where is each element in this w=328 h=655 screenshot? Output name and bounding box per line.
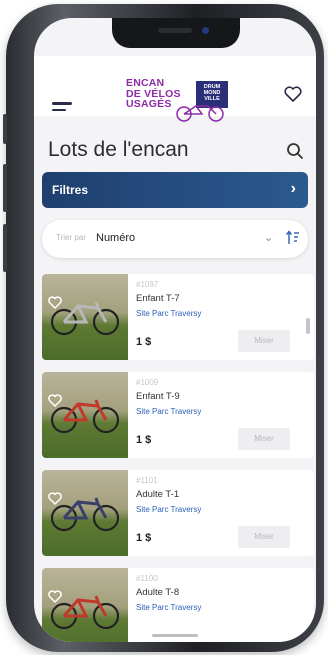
phone-frame: ENCAN DE VÉLOS USAGÉS DRUM MOND VILLE Lo… (3, 4, 324, 652)
bike-photo (42, 470, 128, 556)
hamburger-menu-icon[interactable] (52, 102, 72, 116)
lot-price: 1 $ (136, 532, 152, 544)
search-icon[interactable] (286, 142, 304, 160)
bid-button[interactable]: Miser (238, 428, 290, 450)
front-camera (202, 27, 209, 34)
filters-button[interactable]: Filtres › (42, 172, 308, 208)
bicycle-icon (176, 105, 224, 122)
lot-card[interactable]: #1097 Enfant T-7 Site Parc Traversy 1 $ … (42, 274, 314, 360)
bike-photo (42, 568, 128, 642)
lot-site-link[interactable]: Site Parc Traversy (136, 505, 201, 514)
lot-title: Adulte T-8 (136, 587, 180, 598)
lot-site-link[interactable]: Site Parc Traversy (136, 603, 201, 612)
phone-side-button (3, 114, 7, 144)
sort-select[interactable]: Trier par Numéro ⌄ (42, 220, 308, 258)
speaker-grille (158, 28, 192, 33)
lot-price: 1 $ (136, 434, 152, 446)
page-title: Lots de l'encan (48, 138, 189, 161)
heart-icon[interactable] (48, 296, 62, 309)
lot-number: #1009 (136, 378, 159, 387)
lot-card[interactable]: #1100 Adulte T-8 Site Parc Traversy (42, 568, 314, 642)
phone-side-button (3, 164, 7, 212)
bike-photo (42, 274, 128, 360)
phone-notch (112, 18, 240, 48)
chevron-right-icon: › (290, 180, 296, 197)
bid-button[interactable]: Miser (238, 526, 290, 548)
bike-photo (42, 372, 128, 458)
filters-label: Filtres (52, 183, 89, 197)
home-indicator[interactable] (152, 634, 198, 637)
lot-card[interactable]: #1009 Enfant T-9 Site Parc Traversy 1 $ … (42, 372, 314, 458)
lot-card[interactable]: #1101 Adulte T-1 Site Parc Traversy 1 $ … (42, 470, 314, 556)
sort-prefix: Trier par (56, 233, 86, 242)
bid-button[interactable]: Miser (238, 330, 290, 352)
heart-icon[interactable] (48, 492, 62, 505)
sort-value: Numéro (96, 232, 136, 244)
favorites-heart-icon[interactable] (284, 86, 302, 102)
lot-site-link[interactable]: Site Parc Traversy (136, 309, 201, 318)
lot-title: Enfant T-7 (136, 293, 180, 304)
chevron-down-icon[interactable]: ⌄ (264, 231, 273, 244)
logo-line: ENCAN (126, 77, 165, 89)
lot-site-link[interactable]: Site Parc Traversy (136, 407, 201, 416)
heart-icon[interactable] (48, 590, 62, 603)
phone-side-button (3, 224, 7, 272)
scrollbar-thumb[interactable] (306, 318, 310, 334)
lot-price: 1 $ (136, 336, 152, 348)
lot-title: Enfant T-9 (136, 391, 180, 402)
app-logo[interactable]: ENCAN DE VÉLOS USAGÉS DRUM MOND VILLE (126, 78, 236, 122)
lot-number: #1101 (136, 476, 158, 485)
heart-icon[interactable] (48, 394, 62, 407)
lot-number: #1100 (136, 574, 158, 583)
sort-order-icon[interactable] (286, 230, 300, 246)
phone-screen: ENCAN DE VÉLOS USAGÉS DRUM MOND VILLE Lo… (34, 18, 316, 642)
lot-title: Adulte T-1 (136, 489, 180, 500)
lot-number: #1097 (136, 280, 159, 289)
